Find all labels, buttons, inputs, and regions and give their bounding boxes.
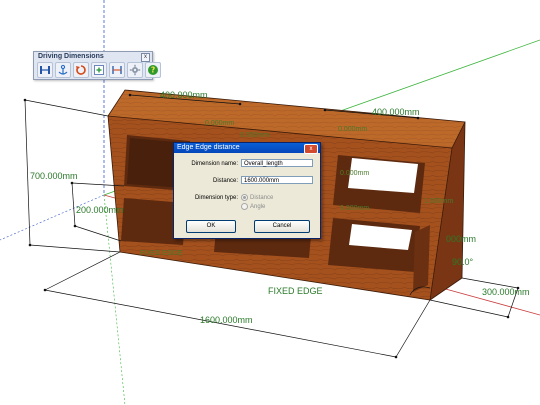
edge-edge-distance-dialog[interactable]: Edge Edge distance x Dimension name: Ove… — [173, 142, 321, 239]
settings-icon[interactable] — [127, 62, 143, 78]
help-icon[interactable]: ? — [145, 62, 161, 78]
svg-text:?: ? — [151, 66, 155, 75]
dialog-titlebar[interactable]: Edge Edge distance x — [174, 143, 320, 154]
anchor-icon[interactable] — [55, 62, 71, 78]
dim-overall-length[interactable]: 1600.000mm — [200, 315, 253, 325]
cancel-button[interactable]: Cancel — [254, 220, 310, 233]
dim-top-width-left[interactable]: 400.000mm — [160, 90, 208, 100]
dialog-title: Edge Edge distance — [177, 144, 240, 151]
radio-distance[interactable]: Distance — [241, 194, 273, 201]
dim-inner-e[interactable]: 0.000mm — [205, 120, 234, 127]
linear-dimension-icon[interactable] — [37, 62, 53, 78]
dim-inner-a[interactable]: 0.000mm — [240, 132, 269, 139]
dim-inner-f[interactable]: 1.000mm — [424, 198, 453, 205]
dim-inner-c[interactable]: 0.000mm — [340, 170, 369, 177]
dim-top-width-right[interactable]: 400.000mm — [372, 107, 420, 117]
dimension-name-input[interactable]: Overall_length — [241, 159, 313, 167]
fixed-edge-label-small: FIXED EDGE — [140, 250, 183, 257]
radio-distance-dot[interactable] — [241, 194, 248, 201]
radio-angle[interactable]: Angle — [241, 203, 265, 210]
distance-icon[interactable] — [109, 62, 125, 78]
radio-angle-dot[interactable] — [241, 203, 248, 210]
driving-dimensions-toolbar[interactable]: Driving Dimensions x ? — [33, 51, 161, 80]
add-parameter-icon[interactable] — [91, 62, 107, 78]
radio-angle-label: Angle — [250, 203, 266, 210]
dim-right-side[interactable]: 000mm — [446, 234, 476, 244]
dim-shelf-height[interactable]: 200.000mm — [76, 205, 124, 215]
dim-inner-d[interactable]: 0.000mm — [340, 205, 369, 212]
dimension-type-label: Dimension type: — [194, 195, 238, 201]
toolbar-title: Driving Dimensions — [38, 53, 104, 60]
dim-inner-b[interactable]: 0.000mm — [338, 126, 367, 133]
dialog-close-button[interactable]: x — [304, 144, 318, 154]
distance-label: Distance: — [212, 178, 238, 184]
dim-overall-height[interactable]: 700.000mm — [30, 171, 78, 181]
ok-button[interactable]: OK — [186, 220, 236, 233]
radio-distance-label: Distance — [250, 194, 274, 201]
rotate-dimension-icon[interactable] — [73, 62, 89, 78]
distance-input[interactable]: 1600.000mm — [241, 176, 313, 184]
toolbar-close-button[interactable]: x — [141, 53, 150, 62]
fixed-edge-label: FIXED EDGE — [268, 286, 323, 296]
dim-angle[interactable]: 90.0° — [452, 257, 473, 267]
dim-depth[interactable]: 300.000mm — [482, 287, 530, 297]
dimension-name-label: Dimension name: — [191, 161, 238, 167]
